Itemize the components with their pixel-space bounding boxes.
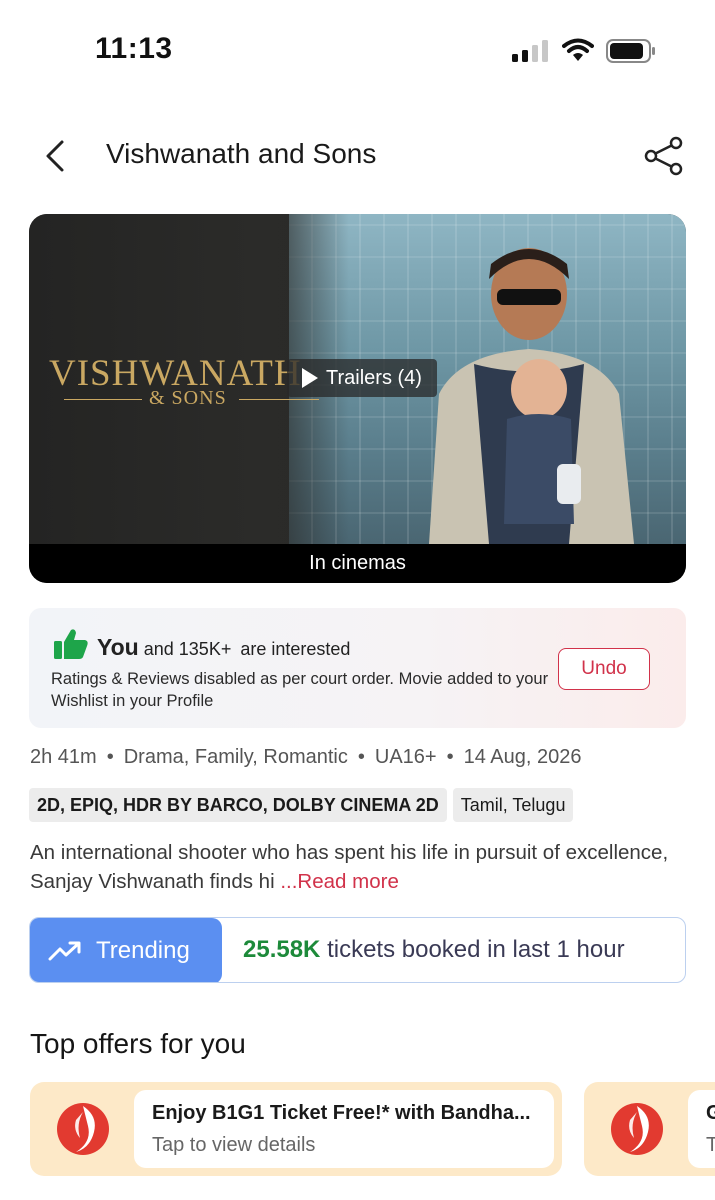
interest-summary: You and 135K+ are interested [97,634,350,661]
header: Vishwanath and Sons [0,118,715,198]
tickets-text: tickets booked in last 1 hour [327,936,625,963]
synopsis: An international shooter who has spent h… [30,838,670,896]
interest-note: Ratings & Reviews disabled as per court … [51,670,549,710]
page-title: Vishwanath and Sons [106,138,377,169]
format-tag: 2D, EPIQ, HDR BY BARCO, DOLBY CINEMA 2D [29,788,447,822]
interest-suffix: are interested [240,639,351,659]
status-bar: 11:13 [0,0,715,100]
poster-divider [239,399,319,400]
offer-card[interactable]: G T [584,1082,715,1176]
offer-subtitle: T [706,1134,715,1156]
undo-button[interactable]: Undo [558,648,650,690]
trending-up-icon [48,941,81,961]
language-tag: Tamil, Telugu [452,788,574,822]
certificate: UA16+ [374,746,437,768]
interest-count: and 135K+ [143,639,232,659]
offer-card[interactable]: Enjoy B1G1 Ticket Free!* with Bandha... … [30,1082,562,1176]
cellular-signal-icon [512,40,548,62]
poster-subtitle-logo: & SONS [149,387,227,409]
interest-card: You and 135K+ are interested Ratings & R… [29,608,686,728]
trailers-label: Trailers (4) [326,366,422,389]
thumbs-up-icon [54,629,88,659]
interest-you: You [97,634,139,660]
trailers-button[interactable]: Trailers (4) [287,359,437,397]
movie-banner[interactable]: VISHWANATH & SONS Trailers (4) In cinema… [29,214,686,583]
tickets-count: 25.58K [243,936,321,963]
wifi-icon [562,38,594,61]
trending-chip: Trending [30,918,222,982]
offer-title: G [706,1102,715,1124]
bank-logo-icon [57,1103,109,1155]
offers-section-title: Top offers for you [30,1028,246,1059]
offer-content: Enjoy B1G1 Ticket Free!* with Bandha... … [134,1090,554,1168]
offer-content: G T [688,1090,715,1168]
bank-logo-icon [611,1103,663,1155]
read-more-link[interactable]: ...Read more [280,870,399,893]
offer-title: Enjoy B1G1 Ticket Free!* with Bandha... [152,1102,531,1124]
movie-meta: 2h 41m • Drama, Family, Romantic • UA16+ • 14 … [30,746,582,768]
poster-divider [64,399,142,400]
trending-banner: Trending 25.58K tickets booked in last 1… [29,917,686,983]
battery-icon [606,39,655,63]
status-time: 11:13 [95,32,173,65]
release-status-strip: In cinemas [29,544,686,583]
release-date: 14 Aug, 2026 [463,746,582,768]
format-tags: 2D, EPIQ, HDR BY BARCO, DOLBY CINEMA 2D … [29,788,574,822]
share-icon[interactable] [642,134,686,178]
offer-subtitle: Tap to view details [152,1134,316,1156]
trending-label: Trending [96,937,190,964]
back-arrow-icon[interactable] [36,136,76,176]
genres: Drama, Family, Romantic [123,746,348,768]
trending-text: 25.58K tickets booked in last 1 hour [243,918,625,982]
duration: 2h 41m [30,746,97,768]
play-icon [302,368,319,388]
